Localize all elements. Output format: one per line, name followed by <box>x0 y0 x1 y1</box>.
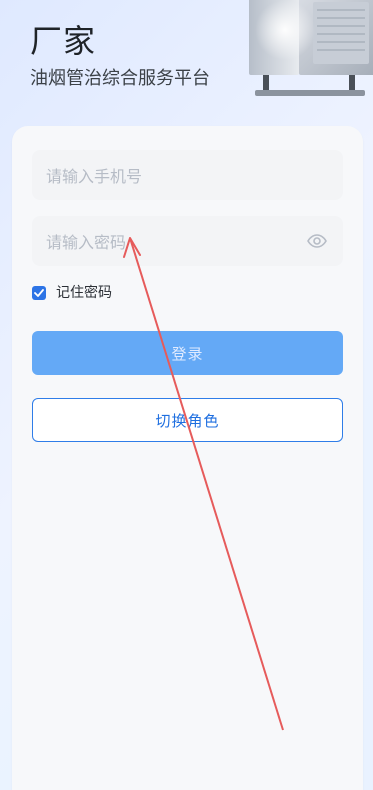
eye-icon[interactable] <box>305 232 329 250</box>
remember-password-row[interactable]: 记住密码 <box>32 284 112 302</box>
remember-label: 记住密码 <box>56 285 112 301</box>
phone-input[interactable]: 请输入手机号 <box>32 150 343 200</box>
page-title: 厂家 <box>30 22 97 60</box>
login-button-label: 登录 <box>171 344 204 363</box>
page-subtitle: 油烟管治综合服务平台 <box>30 68 210 89</box>
phone-placeholder: 请输入手机号 <box>46 167 143 186</box>
checkmark-icon <box>34 289 44 297</box>
login-page: 厂家 油烟管治综合服务平台 请输入手机号 请输入密码 记住密码 登录 切换角色 <box>0 0 373 790</box>
password-placeholder: 请输入密码 <box>46 233 127 252</box>
switch-role-button[interactable]: 切换角色 <box>32 398 343 442</box>
header: 厂家 油烟管治综合服务平台 <box>0 0 373 140</box>
remember-checkbox[interactable] <box>32 286 46 300</box>
password-input[interactable]: 请输入密码 <box>32 216 343 266</box>
login-card: 请输入手机号 请输入密码 记住密码 登录 切换角色 <box>12 126 363 790</box>
purifier-equipment-image <box>249 0 373 96</box>
login-button[interactable]: 登录 <box>32 331 343 375</box>
switch-role-button-label: 切换角色 <box>155 411 220 430</box>
